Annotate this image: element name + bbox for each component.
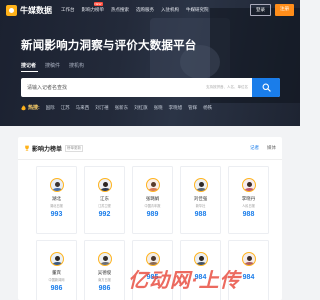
card-name: 江东 [100, 196, 109, 201]
ranking-card[interactable]: 李晓丹 人民日报 988 [228, 166, 269, 234]
card-score: 986 [98, 285, 111, 292]
search-input[interactable] [21, 78, 206, 97]
hot-search-item[interactable]: 马来西 [76, 105, 90, 111]
search-bar: 支持按拼音、人名、单位名 [21, 78, 280, 97]
card-tag: 南方日报 [98, 278, 111, 282]
search-tabs: 搜记者 搜稿件 搜机构 [21, 62, 84, 69]
hot-search-row: 热搜: 国际 江苏 马来西 刘汀禧 张新东 刘红旗 张晓 李晓旭 管辉 杨铁 [21, 104, 212, 111]
divider [18, 159, 282, 160]
hot-search-item[interactable]: 张晓 [154, 105, 163, 111]
nav-item-ranking[interactable]: 影响力榜单 NEW [81, 2, 105, 13]
tab-search-journalist[interactable]: 搜记者 [21, 62, 36, 69]
avatar [145, 178, 160, 192]
card-tag: 人民日报 [242, 204, 255, 208]
ranking-card[interactable]: 刘佳强 新华社 988 [180, 166, 221, 234]
top-navbar: 牛媒数据 工作台 影响力榜单 NEW 热点搜索 选购服务 入驻机构 牛媒研究院 … [0, 0, 300, 20]
hot-search-item[interactable]: 国际 [46, 105, 55, 111]
card-score: 988 [194, 211, 207, 218]
ranking-card[interactable]: 湖北 湖北日报 993 [36, 166, 77, 234]
nav-item-label: 影响力榜单 [81, 7, 105, 12]
search-hint: 支持按拼音、人名、单位名 [206, 85, 248, 89]
hot-search-item[interactable]: 刘红旗 [134, 105, 148, 111]
avatar [97, 252, 112, 266]
logo-icon [6, 4, 17, 16]
ranking-switch: 记者 媒体 [250, 145, 276, 151]
new-badge: NEW [93, 2, 103, 6]
search-icon [262, 83, 271, 92]
card-score: 992 [98, 211, 111, 218]
hot-search-label-text: 热搜: [28, 105, 40, 111]
nav-item-research[interactable]: 牛媒研究院 [186, 7, 209, 13]
hot-search-item[interactable]: 杨铁 [203, 105, 212, 111]
hot-search-label: 热搜: [21, 104, 40, 111]
avatar [193, 178, 208, 192]
card-name: 湖北 [52, 196, 61, 201]
hot-search-item[interactable]: 张新东 [115, 105, 129, 111]
panel-note: 榜单更新 [65, 144, 84, 152]
ranking-card[interactable]: 江东 江苏卫视 992 [84, 166, 125, 234]
card-score: 986 [50, 285, 63, 292]
auth-buttons: 登录 注册 [250, 4, 294, 16]
panel-header: 影响力榜单 榜单更新 记者 媒体 [18, 137, 282, 159]
card-name: 董宾 [52, 270, 61, 275]
card-name: 吴德俊 [97, 270, 112, 275]
card-name: 张璐娟 [145, 196, 160, 201]
hot-search-item[interactable]: 江苏 [61, 105, 70, 111]
ranking-card[interactable]: 张璐娟 中国青年报 989 [132, 166, 173, 234]
hero-headline: 新闻影响力洞察与评价大数据平台 [21, 40, 197, 52]
panel-title: 影响力榜单 [32, 146, 63, 153]
avatar [241, 252, 256, 266]
search-button[interactable] [252, 78, 280, 97]
card-name: 刘佳强 [193, 196, 208, 201]
avatar [49, 178, 64, 192]
hot-search-item[interactable]: 刘汀禧 [95, 105, 109, 111]
trophy-icon [25, 145, 29, 151]
avatar [49, 252, 64, 266]
login-button[interactable]: 登录 [250, 4, 271, 16]
ranking-card[interactable]: 吴德俊 南方日报 986 [84, 240, 125, 300]
tab-media-ranking[interactable]: 媒体 [267, 145, 276, 151]
hero-banner: 牛媒数据 工作台 影响力榜单 NEW 热点搜索 选购服务 入驻机构 牛媒研究院 … [0, 0, 300, 126]
ranking-card[interactable]: 董宾 中国新闻网 986 [36, 240, 77, 300]
card-name: 李晓丹 [241, 196, 256, 201]
card-tag: 江苏卫视 [98, 204, 111, 208]
nav-item-workbench[interactable]: 工作台 [61, 7, 75, 13]
card-score: 984 [242, 274, 255, 281]
nav-item-purchase[interactable]: 选购服务 [136, 7, 154, 13]
logo-text: 牛媒数据 [20, 5, 52, 15]
card-score: 993 [50, 211, 63, 218]
card-tag: 湖北日报 [50, 204, 63, 208]
tab-search-article[interactable]: 搜稿件 [45, 62, 60, 69]
tab-search-institution[interactable]: 搜机构 [69, 62, 84, 69]
nav-item-institutions[interactable]: 入驻机构 [161, 7, 179, 13]
card-tag: 中国新闻网 [48, 278, 65, 282]
active-tab-indicator [21, 71, 38, 72]
tab-journalist-ranking[interactable]: 记者 [250, 145, 259, 151]
register-button[interactable]: 注册 [275, 4, 294, 16]
main-nav: 工作台 影响力榜单 NEW 热点搜索 选购服务 入驻机构 牛媒研究院 [61, 2, 209, 13]
watermark: 亿动网·上传 [128, 270, 241, 292]
card-score: 989 [146, 211, 159, 218]
logo[interactable]: 牛媒数据 [6, 4, 52, 16]
nav-item-hot-search[interactable]: 热点搜索 [111, 7, 129, 13]
card-score: 988 [242, 211, 255, 218]
hot-search-item[interactable]: 李晓旭 [169, 105, 183, 111]
fire-icon [21, 104, 26, 110]
avatar [97, 178, 112, 192]
card-tag: 新华社 [195, 204, 206, 208]
avatar [241, 178, 256, 192]
card-tag: 中国青年报 [144, 204, 161, 208]
hot-search-item[interactable]: 管辉 [188, 105, 197, 111]
